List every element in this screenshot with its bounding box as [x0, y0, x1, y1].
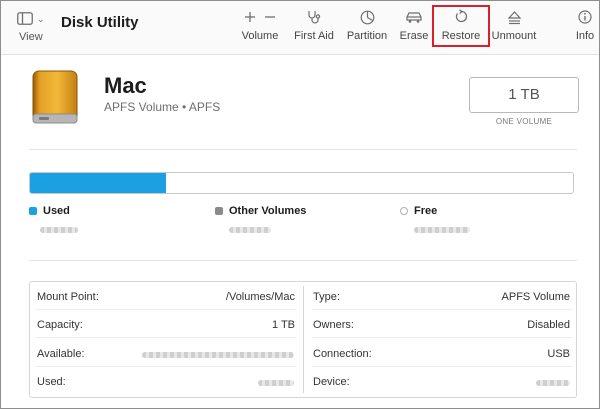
type-value: APFS Volume — [501, 291, 570, 303]
usage-bar-used — [30, 173, 166, 193]
stethoscope-icon — [308, 11, 321, 24]
legend-other-volumes-label: Other Volumes — [229, 205, 307, 217]
capacity-value: 1 TB — [271, 319, 295, 331]
used-detail-value-redacted — [258, 380, 294, 386]
connection-value: USB — [547, 348, 570, 360]
app-title: Disk Utility — [61, 14, 139, 31]
divider — [29, 149, 577, 150]
legend-free-label: Free — [414, 205, 438, 217]
restore-label: Restore — [441, 30, 481, 42]
first-aid-button[interactable]: First Aid — [289, 7, 339, 47]
info-label: Info — [575, 30, 595, 42]
erase-label: Erase — [399, 30, 429, 42]
legend-used: Used — [29, 205, 70, 217]
restore-arrow-icon — [455, 8, 467, 22]
connection-label: Connection: — [313, 348, 372, 360]
owners-label: Owners: — [313, 319, 354, 331]
used-label: Used: — [37, 376, 66, 388]
unmount-label: Unmount — [491, 30, 537, 42]
mount-point-label: Mount Point: — [37, 291, 99, 303]
disk-subtitle: APFS Volume • APFS — [104, 100, 221, 114]
capacity-caption: ONE VOLUME — [495, 117, 553, 126]
capacity-box: 1 TB — [469, 77, 579, 113]
owners-value: Disabled — [527, 319, 570, 331]
row-divider — [36, 309, 296, 310]
row-divider — [312, 309, 572, 310]
device-value-redacted — [536, 380, 570, 386]
free-swatch — [400, 207, 408, 215]
sidebar-icon — [17, 12, 33, 25]
available-value-redacted — [142, 352, 294, 358]
disk-name: Mac — [104, 73, 147, 98]
other-volumes-swatch — [215, 207, 223, 215]
erase-button[interactable]: Erase — [396, 7, 432, 47]
capacity-label: Capacity: — [37, 319, 83, 331]
other-volumes-value-redacted — [229, 227, 271, 233]
partition-button[interactable]: Partition — [342, 7, 392, 47]
mount-point-value: /Volumes/Mac — [225, 291, 295, 303]
legend-other-volumes: Other Volumes — [215, 205, 306, 217]
row-divider — [36, 337, 296, 338]
car-icon — [406, 12, 422, 23]
free-value-redacted — [414, 227, 470, 233]
volume-button[interactable]: Volume — [239, 7, 281, 47]
legend-used-label: Used — [43, 205, 70, 217]
row-divider — [312, 337, 572, 338]
view-label: View — [19, 31, 43, 43]
row-divider — [36, 366, 296, 367]
divider — [29, 260, 577, 261]
view-button[interactable]: ⌄ View — [17, 9, 57, 47]
pie-icon — [360, 10, 374, 24]
info-table: Mount Point: /Volumes/Mac Capacity: 1 TB… — [29, 281, 577, 398]
available-label: Available: — [37, 348, 85, 360]
info-button[interactable]: Info — [571, 7, 599, 47]
usage-bar — [29, 172, 574, 194]
toolbar: ⌄ View Disk Utility Volume First Aid Par… — [1, 1, 599, 55]
volume-label: Volume — [241, 30, 279, 42]
type-label: Type: — [313, 291, 340, 303]
unmount-button[interactable]: Unmount — [490, 7, 538, 47]
chevron-down-icon: ⌄ — [37, 14, 45, 24]
used-value-redacted — [40, 227, 78, 233]
restore-button[interactable]: Restore — [432, 5, 490, 47]
plus-minus-icon — [245, 12, 275, 22]
external-drive-icon — [32, 70, 78, 124]
first-aid-label: First Aid — [294, 30, 334, 42]
info-icon — [578, 10, 592, 24]
legend-free: Free — [400, 205, 437, 217]
used-swatch — [29, 207, 37, 215]
partition-label: Partition — [346, 30, 388, 42]
eject-icon — [507, 10, 521, 24]
column-separator — [303, 286, 304, 393]
row-divider — [312, 366, 572, 367]
device-label: Device: — [313, 376, 350, 388]
